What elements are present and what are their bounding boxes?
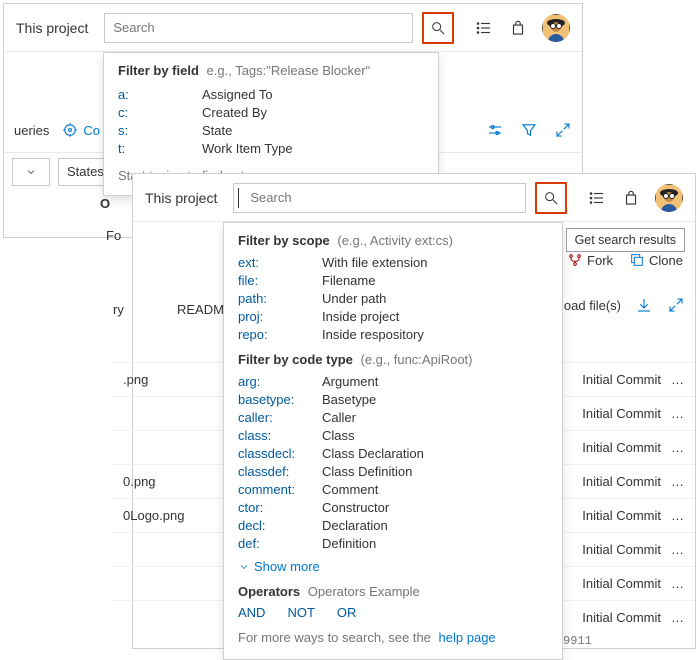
show-more-link[interactable]: Show more (238, 559, 548, 574)
more-icon[interactable]: … (671, 440, 685, 455)
fo-label: Fo (106, 228, 121, 243)
codetype-row[interactable]: comment:Comment (238, 481, 548, 499)
more-icon[interactable]: … (671, 508, 685, 523)
queries-link[interactable]: ueries (14, 123, 49, 138)
codetype-title: Filter by code type (238, 352, 353, 367)
partial-text-ry: ry (113, 302, 124, 317)
more-icon[interactable]: … (671, 406, 685, 421)
bag-icon[interactable] (621, 188, 641, 208)
dropdown-row[interactable]: t:Work Item Type (118, 140, 424, 158)
more-icon[interactable]: … (671, 542, 685, 557)
commit-label: Initial Commit (582, 474, 661, 489)
header-icons (464, 14, 570, 42)
codetype-row[interactable]: classdecl:Class Declaration (238, 445, 548, 463)
scope-row[interactable]: ext:With file extension (238, 254, 548, 272)
scope-row[interactable]: proj:Inside project (238, 308, 548, 326)
file-actions: Upload file(s) (544, 296, 685, 314)
fork-button[interactable]: Fork (567, 252, 613, 268)
search-icon (430, 20, 446, 36)
codetype-row[interactable]: class:Class (238, 427, 548, 445)
scope-hint: (e.g., Activity ext:cs) (337, 233, 453, 248)
chevron-down-icon (238, 561, 250, 573)
commit-label: Initial Commit (582, 576, 661, 591)
text-cursor (238, 188, 239, 208)
codetype-row[interactable]: caller:Caller (238, 409, 548, 427)
commit-label: Initial Commit (582, 440, 661, 455)
search-button[interactable] (535, 182, 567, 214)
download-icon[interactable] (635, 296, 653, 314)
search-icon (543, 190, 559, 206)
dropdown-row[interactable]: a:Assigned To (118, 86, 424, 104)
clone-icon (629, 252, 645, 268)
list-icon[interactable] (587, 188, 607, 208)
operator-and[interactable]: AND (238, 605, 265, 620)
repo-actions: Fork Clone (567, 252, 683, 268)
avatar[interactable] (542, 14, 570, 42)
list-icon[interactable] (474, 18, 494, 38)
chevron-down-icon (25, 166, 37, 178)
codetype-row[interactable]: def:Definition (238, 535, 548, 553)
codetype-row[interactable]: decl:Declaration (238, 517, 548, 535)
search-input[interactable]: Search (233, 183, 526, 213)
clone-button[interactable]: Clone (629, 252, 683, 268)
search-input[interactable]: Search (104, 13, 413, 43)
commit-label: Initial Commit (582, 372, 661, 387)
chevron-button[interactable] (12, 158, 50, 186)
scope-row[interactable]: file:Filename (238, 272, 548, 290)
codetype-hint: (e.g., func:ApiRoot) (361, 352, 473, 367)
column-header-o: O (100, 196, 110, 211)
back-header: This project Search (4, 4, 582, 52)
search-placeholder: Search (113, 20, 154, 35)
filter-icon[interactable] (520, 121, 538, 139)
scope-label[interactable]: This project (145, 190, 217, 206)
commit-label: Initial Commit (582, 508, 661, 523)
codetype-row[interactable]: arg:Argument (238, 373, 548, 391)
bag-icon[interactable] (508, 18, 528, 38)
dropdown-hint: e.g., Tags:"Release Blocker" (207, 63, 371, 78)
avatar[interactable] (655, 184, 683, 212)
dropdown-row[interactable]: c:Created By (118, 104, 424, 122)
gear-icon (61, 121, 79, 139)
sliders-icon[interactable] (486, 121, 504, 139)
dropdown-rows: a:Assigned To c:Created By s:State t:Wor… (118, 86, 424, 158)
operators-row: AND NOT OR (238, 605, 548, 620)
more-icon[interactable]: … (671, 474, 685, 489)
scope-row[interactable]: path:Under path (238, 290, 548, 308)
front-window: This project Search Get search results F… (132, 173, 696, 649)
customize-link[interactable]: Co (61, 121, 100, 139)
commit-label: Initial Commit (582, 406, 661, 421)
scope-title: Filter by scope (238, 233, 330, 248)
codetype-row[interactable]: basetype:Basetype (238, 391, 548, 409)
expand-icon[interactable] (554, 121, 572, 139)
operator-not[interactable]: NOT (287, 605, 314, 620)
fork-icon (567, 252, 583, 268)
search-placeholder: Search (250, 190, 291, 205)
dropdown-row[interactable]: s:State (118, 122, 424, 140)
search-tooltip: Get search results (566, 228, 685, 252)
front-header: This project Search (133, 174, 695, 222)
commit-label: Initial Commit (582, 542, 661, 557)
more-icon[interactable]: … (671, 372, 685, 387)
more-icon[interactable]: … (671, 576, 685, 591)
more-icon[interactable]: … (671, 610, 685, 625)
header-icons (577, 184, 683, 212)
codetype-row[interactable]: classdef:Class Definition (238, 463, 548, 481)
scope-row[interactable]: repo:Inside respository (238, 326, 548, 344)
filter-code-dropdown: Filter by scope (e.g., Activity ext:cs) … (223, 222, 563, 660)
help-page-link[interactable]: help page (439, 630, 496, 645)
scope-label[interactable]: This project (16, 20, 88, 36)
help-line: For more ways to search, see the help pa… (238, 630, 548, 645)
operator-or[interactable]: OR (337, 605, 357, 620)
expand-icon[interactable] (667, 296, 685, 314)
commit-label: Initial Commit (582, 610, 661, 625)
codetype-row[interactable]: ctor:Constructor (238, 499, 548, 517)
operators-title: Operators (238, 584, 300, 599)
operators-hint: Operators Example (308, 584, 420, 599)
search-button[interactable] (422, 12, 454, 44)
dropdown-title: Filter by field (118, 63, 199, 78)
